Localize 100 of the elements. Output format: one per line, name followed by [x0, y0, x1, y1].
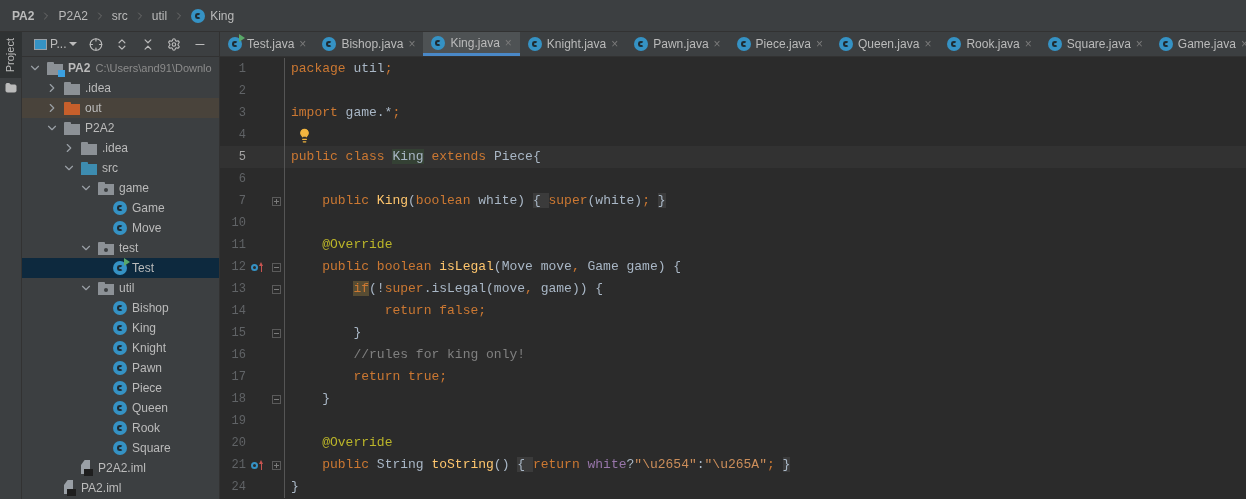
class-icon — [113, 401, 127, 415]
class-icon — [634, 37, 649, 51]
line-number: 11 — [230, 237, 246, 254]
line-number: 12 — [230, 259, 246, 276]
code-line: public String toString() { return white?"\u2654":"\u265A"; } — [321, 456, 791, 475]
tree-item[interactable]: game — [22, 178, 219, 198]
tree-item[interactable]: src — [22, 158, 219, 178]
class-icon — [113, 381, 127, 395]
caret-icon — [69, 42, 78, 46]
class-icon — [113, 321, 127, 335]
tree-item[interactable]: PA2.iml — [22, 478, 219, 498]
line-number: 18 — [230, 391, 246, 408]
module-file-icon — [62, 480, 76, 496]
class-icon — [1158, 37, 1173, 51]
folder-icon — [81, 141, 97, 155]
code-line: @Override — [321, 434, 393, 453]
fold-collapse-icon[interactable] — [271, 394, 281, 404]
folder-icon — [64, 101, 80, 115]
line-number: 21 — [230, 457, 246, 474]
editor-tab[interactable]: Square.java × — [1039, 32, 1151, 56]
class-icon — [736, 37, 751, 51]
line-number: 24 — [230, 479, 246, 496]
editor-tab[interactable]: Piece.java × — [728, 32, 831, 56]
class-icon — [113, 301, 127, 315]
tree-item[interactable]: .idea — [22, 78, 219, 98]
tree-item[interactable]: Knight — [22, 338, 219, 358]
class-icon — [113, 201, 127, 215]
tree-item[interactable]: Square — [22, 438, 219, 458]
editor-tab[interactable]: Bishop.java × — [314, 32, 424, 56]
line-number: 15 — [230, 325, 246, 342]
tree-item[interactable]: Test — [22, 258, 219, 278]
tree-item[interactable]: .idea — [22, 138, 219, 158]
tree-item[interactable]: Pawn — [22, 358, 219, 378]
crosshair-icon[interactable] — [89, 36, 104, 52]
fold-expand-icon[interactable] — [271, 460, 281, 470]
fold-collapse-icon[interactable] — [271, 262, 281, 272]
folder-icon — [81, 161, 97, 175]
class-icon — [431, 35, 446, 50]
class-icon — [322, 37, 337, 51]
breadcrumb-item[interactable]: P2A2 — [58, 6, 88, 25]
project-tool-tab[interactable]: Project — [0, 32, 22, 79]
line-number: 3 — [237, 105, 246, 122]
breadcrumb-item[interactable]: util — [151, 6, 168, 25]
tree-item[interactable]: Bishop — [22, 298, 219, 318]
line-number: 20 — [230, 435, 246, 452]
tree-item[interactable]: PA2 C:\Users\and91\Downlo — [22, 58, 219, 78]
class-icon — [228, 37, 242, 51]
tree-item[interactable]: P2A2 — [22, 118, 219, 138]
fold-collapse-icon[interactable] — [271, 284, 281, 294]
tree-item[interactable]: Rook — [22, 418, 219, 438]
tree-item[interactable]: King — [22, 318, 219, 338]
line-number: 7 — [237, 193, 246, 210]
package-icon — [98, 281, 114, 295]
line-number: 5 — [237, 149, 246, 166]
project-icon — [47, 61, 63, 75]
view-dropdown[interactable]: P... — [34, 35, 78, 53]
code-line: } — [321, 390, 331, 409]
editor-tab[interactable]: Queen.java × — [831, 32, 940, 56]
override-marker-icon[interactable] — [250, 262, 264, 272]
editor-tab[interactable]: Knight.java × — [519, 32, 627, 56]
package-icon — [98, 181, 114, 195]
code-line: public King(boolean white) { super(white); } — [321, 192, 666, 211]
settings-icon[interactable] — [167, 36, 182, 52]
line-number: 4 — [237, 127, 246, 144]
code-line: package util; — [291, 60, 393, 79]
lightbulb-icon[interactable] — [297, 127, 312, 143]
editor-tab[interactable]: Pawn.java × — [626, 32, 729, 56]
folder-icon — [64, 81, 80, 95]
breadcrumb-item[interactable]: King — [191, 6, 235, 25]
override-marker-icon[interactable] — [250, 460, 264, 470]
tree-item[interactable]: Game — [22, 198, 219, 218]
tree-item[interactable]: test — [22, 238, 219, 258]
breadcrumb-item[interactable]: PA2 — [12, 6, 35, 25]
line-number: 17 — [230, 369, 246, 386]
tree-item[interactable]: Piece — [22, 378, 219, 398]
editor-tab[interactable]: Test.java × — [220, 32, 315, 56]
breadcrumb-item[interactable]: src — [111, 6, 128, 25]
class-icon — [527, 37, 542, 51]
code-line: return true; — [352, 368, 448, 387]
class-icon — [1047, 37, 1062, 51]
editor-tab[interactable]: King.java × — [423, 32, 520, 56]
folder-icon — [64, 121, 80, 135]
tree-item[interactable]: util — [22, 278, 219, 298]
tree-item[interactable]: Queen — [22, 398, 219, 418]
code-line: @Override — [321, 236, 393, 255]
tree-item[interactable]: out — [22, 98, 219, 118]
line-number: 10 — [230, 215, 246, 232]
line-number: 2 — [237, 83, 246, 100]
line-number: 6 — [237, 171, 246, 188]
class-icon — [191, 8, 206, 23]
class-icon — [113, 421, 127, 435]
code-line: } — [352, 324, 362, 343]
tree-item[interactable]: Move — [22, 218, 219, 238]
tree-item[interactable]: P2A2.iml — [22, 458, 219, 478]
window-icon — [34, 38, 47, 50]
fold-collapse-icon[interactable] — [271, 328, 281, 338]
editor-tab[interactable]: Rook.java × — [939, 32, 1040, 56]
class-icon — [113, 441, 127, 455]
class-icon — [113, 341, 127, 355]
fold-expand-icon[interactable] — [271, 196, 281, 206]
